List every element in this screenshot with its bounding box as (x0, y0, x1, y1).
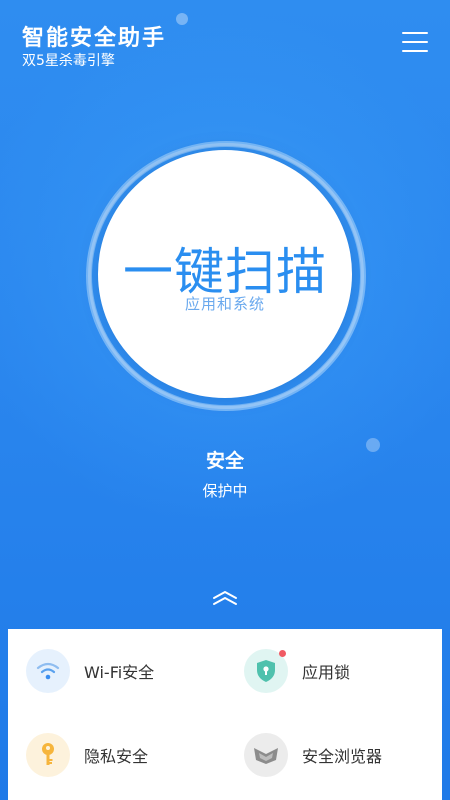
browser-icon (254, 748, 278, 764)
app-title: 智能安全助手 (22, 26, 167, 51)
menu-button[interactable] (402, 32, 428, 54)
tools-panel: Wi-Fi安全 应用锁 隐私安全 安全浏览器 (8, 629, 442, 800)
scan-button[interactable]: 一键扫描 应用和系统 (98, 150, 352, 398)
wifi-icon (36, 662, 60, 680)
tool-label: 应用锁 (302, 663, 351, 682)
status-title: 安全 (205, 450, 244, 472)
status-subtitle: 保护中 (202, 482, 248, 500)
tool-wifi-security[interactable]: Wi-Fi安全 (26, 641, 154, 701)
tool-safe-browser[interactable]: 安全浏览器 (244, 725, 382, 785)
tool-label: 安全浏览器 (302, 747, 383, 766)
shield-lock-icon (257, 660, 275, 682)
notification-badge (279, 650, 286, 657)
tool-label: Wi-Fi安全 (84, 663, 155, 682)
menu-icon (402, 32, 428, 34)
key-icon (42, 743, 54, 765)
decor-bubble (176, 13, 188, 25)
tool-privacy-security[interactable]: 隐私安全 (26, 725, 148, 785)
expand-button[interactable] (210, 588, 240, 608)
tool-app-lock[interactable]: 应用锁 (244, 641, 350, 701)
scan-subtitle: 应用和系统 (184, 295, 265, 313)
chevron-up-icon (213, 591, 237, 605)
tool-label: 隐私安全 (84, 747, 149, 766)
app-subtitle: 双5星杀毒引擎 (22, 53, 115, 69)
